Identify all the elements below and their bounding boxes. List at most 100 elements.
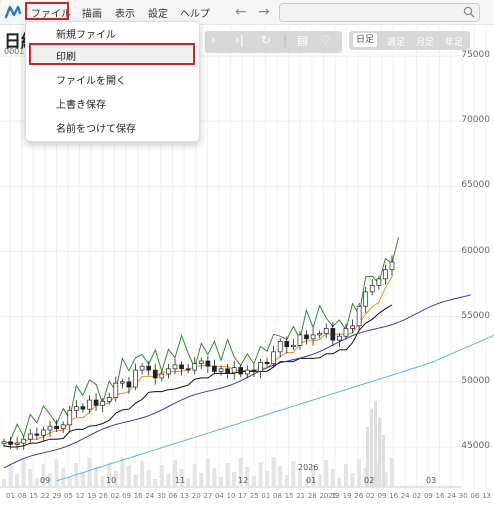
volume-bar	[15, 474, 20, 487]
x-tick-label: 16	[435, 492, 445, 500]
candle-body	[106, 397, 112, 402]
x-tick-label: 24	[145, 492, 155, 500]
candle-body	[264, 361, 270, 364]
candle-body	[14, 442, 20, 445]
menu-view[interactable]: 表示	[115, 5, 135, 20]
x-tick-label: 20	[191, 492, 201, 500]
volume-bar	[8, 465, 13, 487]
chevron-right-icon[interactable]: ›	[211, 33, 216, 47]
candle-body	[67, 410, 73, 426]
volume-bar	[87, 458, 92, 487]
candle-body	[47, 425, 53, 431]
list-panel-icon[interactable]: ▤	[297, 33, 308, 47]
y-tick-label: 70000	[461, 115, 490, 126]
period-monthly-button[interactable]: 月足	[416, 35, 434, 48]
candle-body	[383, 269, 388, 280]
volume-bar	[324, 460, 329, 487]
candle-body	[113, 382, 119, 398]
candle-body	[133, 369, 138, 388]
x-tick-label: 08	[273, 492, 282, 500]
menu-item-save-as[interactable]: 名前をつけて保存	[56, 120, 136, 135]
month-label: 11	[175, 476, 186, 485]
volume-bar	[146, 470, 151, 487]
volume-bar	[192, 464, 197, 487]
x-tick-label: 06	[168, 492, 178, 500]
period-daily-button[interactable]: 日足	[353, 33, 377, 47]
candle-body	[238, 367, 244, 375]
y-tick-label: 45000	[461, 441, 490, 451]
candle-body	[27, 433, 33, 440]
x-tick-label: 30	[458, 492, 468, 500]
candle-body	[244, 369, 250, 375]
candle-body	[159, 373, 165, 379]
volume-bar	[297, 470, 302, 487]
month-label: 2026	[298, 463, 319, 472]
x-tick-label: 16	[389, 492, 399, 500]
volume-bar	[100, 476, 105, 487]
period-yearly-button[interactable]: 年足	[445, 35, 463, 48]
volume-bar	[94, 467, 99, 487]
candle-body	[251, 369, 257, 372]
candle-body	[120, 381, 125, 384]
candle-body	[21, 438, 27, 444]
x-tick-label: 30	[156, 492, 166, 500]
volume-bar	[186, 478, 191, 487]
candle-body	[271, 351, 276, 364]
month-label: 10	[106, 476, 117, 485]
candle-body	[87, 399, 92, 410]
volume-bar	[271, 457, 276, 487]
period-weekly-button[interactable]: 週足	[387, 35, 405, 48]
x-tick-label: 27	[203, 492, 213, 500]
volume-bar	[390, 458, 394, 487]
skip-to-end-icon[interactable]: ›|	[235, 33, 244, 47]
menu-item-open-file[interactable]: ファイルを開く	[56, 72, 126, 87]
menu-settings[interactable]: 設定	[148, 5, 168, 20]
volume-bar	[34, 478, 39, 487]
favorite-add-icon[interactable]: ♡	[320, 33, 331, 47]
x-tick-label: 24	[400, 492, 410, 500]
volume-bar	[80, 472, 85, 487]
candle-body	[389, 261, 395, 271]
ichimoku-lines	[3, 237, 494, 482]
candle-body	[60, 424, 66, 430]
x-tick-label: 15	[284, 492, 294, 500]
search-input[interactable]	[279, 3, 480, 22]
volume-bar	[199, 473, 204, 487]
arrow-right-icon[interactable]: →	[258, 4, 270, 20]
period-selector: 日足 週足 月足 年足	[349, 31, 470, 50]
x-tick-label: 09	[423, 492, 433, 500]
candle-body	[146, 365, 152, 371]
refresh-icon[interactable]: ↻	[261, 33, 271, 47]
candle-body	[323, 328, 329, 334]
volume-bar	[378, 417, 381, 487]
menu-item-save[interactable]: 上書き保存	[56, 96, 106, 111]
volume-bar	[159, 465, 164, 487]
volume-bar	[357, 459, 362, 487]
x-tick-label: 16	[133, 492, 143, 500]
x-tick-label: 08	[17, 492, 27, 500]
x-tick-label: 13	[482, 492, 491, 500]
candle-body	[231, 367, 237, 374]
candle-body	[80, 406, 86, 410]
month-label: 09	[40, 476, 51, 485]
x-tick-label: 19	[87, 492, 97, 500]
volume-bar	[291, 461, 296, 487]
x-tick-label: 13	[331, 492, 340, 500]
arrow-left-icon[interactable]: ←	[235, 4, 247, 20]
volume-bar	[278, 466, 283, 487]
candle-body	[218, 368, 224, 372]
candle-body	[100, 401, 105, 406]
candle-body	[376, 278, 382, 286]
volume-bar	[133, 475, 138, 487]
x-tick-label: 04	[214, 492, 224, 500]
print-item-highlight	[29, 43, 195, 65]
menu-draw[interactable]: 描画	[82, 5, 102, 20]
menu-item-new-file[interactable]: 新規ファイル	[56, 26, 116, 41]
volume-bar	[265, 471, 270, 487]
volume-bar	[61, 468, 66, 487]
menu-item-print[interactable]: 印刷	[56, 48, 76, 63]
menu-help[interactable]: ヘルプ	[180, 5, 210, 20]
candle-body	[34, 433, 40, 436]
x-tick-label: 15	[29, 492, 39, 500]
candle-body	[126, 381, 132, 388]
